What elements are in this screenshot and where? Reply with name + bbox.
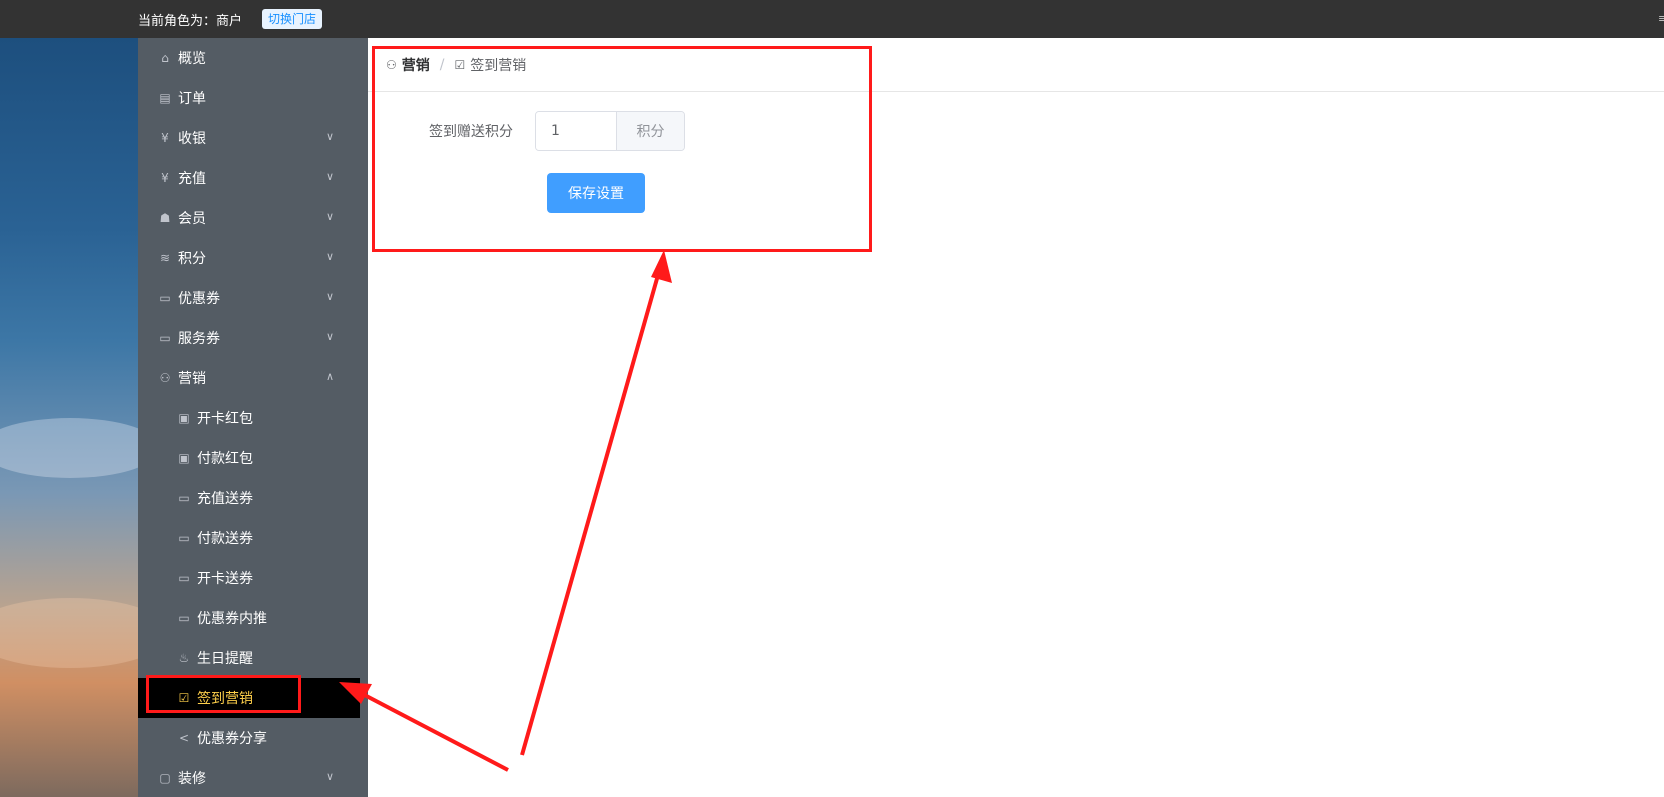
page: 当前角色为：商户 切换门店 ≡ ⌂ 概览 ▤ 订单 ¥ 收银 ∨ ¥ 充值 ∨ … (0, 0, 1664, 797)
sidebar-item-label: 优惠券分享 (197, 731, 267, 747)
sidebar-subitem-recharge-coupon[interactable]: ▭ 充值送券 (138, 478, 368, 518)
sidebar-item-overview[interactable]: ⌂ 概览 (138, 38, 368, 78)
switch-store-button[interactable]: 切换门店 (262, 9, 323, 29)
order-icon: ▤ (159, 91, 171, 105)
coupon-icon: ▭ (178, 571, 190, 585)
sidebar-item-recharge[interactable]: ¥ 充值 ∨ (138, 158, 368, 198)
sidebar-item-label: 生日提醒 (197, 651, 253, 667)
sidebar-item-coupon[interactable]: ▭ 优惠券 ∨ (138, 278, 368, 318)
chevron-down-icon: ∨ (325, 170, 334, 183)
sidebar-item-decorate[interactable]: ▢ 装修 ∨ (138, 758, 368, 797)
sidebar-item-label: 服务券 (178, 331, 220, 347)
chevron-down-icon: ∨ (325, 770, 334, 783)
current-role-text: 当前角色为：商户 (138, 13, 243, 29)
sidebar-item-label: 营销 (178, 371, 206, 387)
home-icon: ⌂ (161, 51, 169, 65)
sidebar-item-label: 开卡红包 (197, 411, 253, 427)
recharge-icon: ¥ (161, 171, 169, 185)
highlight-box-menu (146, 675, 301, 713)
chevron-down-icon: ∨ (325, 130, 334, 143)
sidebar-item-cashier[interactable]: ¥ 收银 ∨ (138, 118, 368, 158)
highlight-box-form (372, 46, 872, 252)
sidebar-item-label: 充值 (178, 171, 206, 187)
red-packet-icon: ▣ (178, 451, 190, 465)
sidebar-item-label: 会员 (178, 211, 206, 227)
background-image (0, 38, 170, 797)
sidebar-item-label: 优惠券 (178, 291, 220, 307)
points-icon: ≋ (159, 251, 171, 265)
coupon-icon: ▭ (178, 491, 190, 505)
coupon-icon: ▭ (159, 291, 171, 305)
sidebar-subitem-pay-coupon[interactable]: ▭ 付款送券 (138, 518, 368, 558)
sidebar-item-label: 开卡送券 (197, 571, 253, 587)
sidebar-item-member[interactable]: ☗ 会员 ∨ (138, 198, 368, 238)
sidebar-item-marketing[interactable]: ⚇ 营销 ∧ (138, 358, 368, 398)
chevron-down-icon: ∨ (325, 290, 334, 303)
decorate-icon: ▢ (159, 771, 171, 785)
sidebar-item-points[interactable]: ≋ 积分 ∨ (138, 238, 368, 278)
red-packet-icon: ▣ (178, 411, 190, 425)
chevron-down-icon: ∨ (325, 330, 334, 343)
service-coupon-icon: ▭ (159, 331, 171, 345)
top-bar: 当前角色为：商户 切换门店 ≡ (0, 0, 1664, 38)
coupon-icon: ▭ (178, 531, 190, 545)
cake-icon: ♨ (178, 651, 190, 665)
member-icon: ☗ (159, 211, 171, 225)
marketing-icon: ⚇ (159, 371, 171, 385)
sidebar-item-label: 积分 (178, 251, 206, 267)
sidebar-subitem-coupon-referral[interactable]: ▭ 优惠券内推 (138, 598, 368, 638)
sidebar-item-orders[interactable]: ▤ 订单 (138, 78, 368, 118)
background-cloud (0, 418, 160, 478)
sidebar-item-label: 订单 (178, 91, 206, 107)
sidebar-item-label: 装修 (178, 771, 206, 787)
cashier-icon: ¥ (161, 131, 169, 145)
sidebar-item-label: 收银 (178, 131, 206, 147)
sidebar-subitem-birthday-reminder[interactable]: ♨ 生日提醒 (138, 638, 368, 678)
chevron-up-icon: ∧ (325, 370, 334, 383)
sidebar-subitem-card-coupon[interactable]: ▭ 开卡送券 (138, 558, 368, 598)
sidebar-subitem-coupon-share[interactable]: < 优惠券分享 (138, 718, 368, 758)
sidebar-subitem-card-red-packet[interactable]: ▣ 开卡红包 (138, 398, 368, 438)
chevron-down-icon: ∨ (325, 210, 334, 223)
sidebar-item-service-coupon[interactable]: ▭ 服务券 ∨ (138, 318, 368, 358)
chevron-down-icon: ∨ (325, 250, 334, 263)
sidebar-item-label: 优惠券内推 (197, 611, 267, 627)
share-icon: < (178, 731, 190, 745)
sidebar-item-label: 充值送券 (197, 491, 253, 507)
sidebar-subitem-pay-red-packet[interactable]: ▣ 付款红包 (138, 438, 368, 478)
more-menu-icon[interactable]: ≡ (1658, 12, 1664, 26)
coupon-icon: ▭ (178, 611, 190, 625)
sidebar-item-label: 付款送券 (197, 531, 253, 547)
sidebar-item-label: 付款红包 (197, 451, 253, 467)
sidebar-item-label: 概览 (178, 51, 206, 67)
